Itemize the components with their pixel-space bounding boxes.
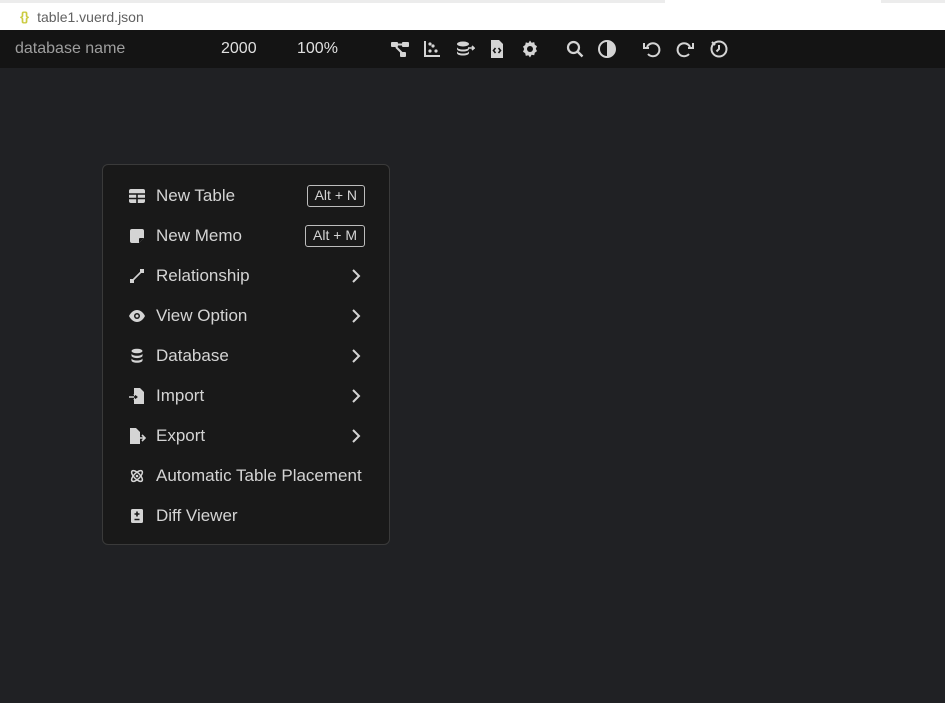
relationship-diagram-icon[interactable] <box>389 38 411 60</box>
menu-item-label: New Table <box>156 186 236 205</box>
database-import-icon[interactable] <box>454 38 476 60</box>
menu-item-database[interactable]: Database <box>103 336 389 376</box>
search-icon[interactable] <box>564 38 586 60</box>
gear-icon[interactable] <box>519 38 541 60</box>
menu-item-label: Diff Viewer <box>156 506 238 525</box>
shortcut-badge: Alt + N <box>306 185 365 207</box>
menu-item-view-option[interactable]: View Option <box>103 296 389 336</box>
diff-icon <box>127 506 147 526</box>
canvas-size-input[interactable]: 2000 <box>221 40 257 58</box>
zoom-level-input[interactable]: 100% <box>297 40 338 58</box>
context-menu: New Table Alt + N New Memo Alt + M Relat… <box>102 164 390 545</box>
menu-item-export[interactable]: Export <box>103 416 389 456</box>
editor-tab-bar: {} table1.vuerd.json <box>0 0 945 30</box>
menu-item-label: View Option <box>156 306 248 325</box>
code-file-icon[interactable] <box>486 38 508 60</box>
menu-item-label: Export <box>156 426 206 445</box>
history-icon[interactable] <box>708 38 730 60</box>
table-icon <box>127 186 147 206</box>
menu-item-diff-viewer[interactable]: Diff Viewer <box>103 496 389 536</box>
shortcut-badge: Alt + M <box>305 225 365 247</box>
menu-item-new-table[interactable]: New Table Alt + N <box>103 176 389 216</box>
export-icon <box>127 426 147 446</box>
import-icon <box>127 386 147 406</box>
memo-icon <box>127 226 147 246</box>
scatter-chart-icon[interactable] <box>421 38 443 60</box>
chevron-right-icon <box>349 347 363 365</box>
database-name-input[interactable]: database name <box>15 40 125 58</box>
menu-item-label: Relationship <box>156 266 250 285</box>
eye-icon <box>127 306 147 326</box>
menu-item-label: Database <box>156 346 229 365</box>
chevron-right-icon <box>349 387 363 405</box>
tab-filename: table1.vuerd.json <box>37 8 144 25</box>
menu-item-relationship[interactable]: Relationship <box>103 256 389 296</box>
undo-icon[interactable] <box>641 38 663 60</box>
json-file-icon: {} <box>20 9 29 24</box>
menu-item-import[interactable]: Import <box>103 376 389 416</box>
contrast-icon[interactable] <box>596 38 618 60</box>
chevron-right-icon <box>349 307 363 325</box>
chevron-right-icon <box>349 267 363 285</box>
tab-divider <box>665 0 881 3</box>
relationship-icon <box>127 266 147 286</box>
editor-tab[interactable]: {} table1.vuerd.json <box>0 3 144 30</box>
menu-item-label: New Memo <box>156 226 242 245</box>
menu-item-automatic-table-placement[interactable]: Automatic Table Placement <box>103 456 389 496</box>
menu-item-new-memo[interactable]: New Memo Alt + M <box>103 216 389 256</box>
redo-icon[interactable] <box>674 38 696 60</box>
toolbar: database name 2000 100% <box>0 30 945 68</box>
menu-item-label: Import <box>156 386 205 405</box>
chevron-right-icon <box>349 427 363 445</box>
atom-icon <box>127 466 147 486</box>
menu-item-label: Automatic Table Placement <box>156 466 362 485</box>
database-icon <box>127 346 147 366</box>
